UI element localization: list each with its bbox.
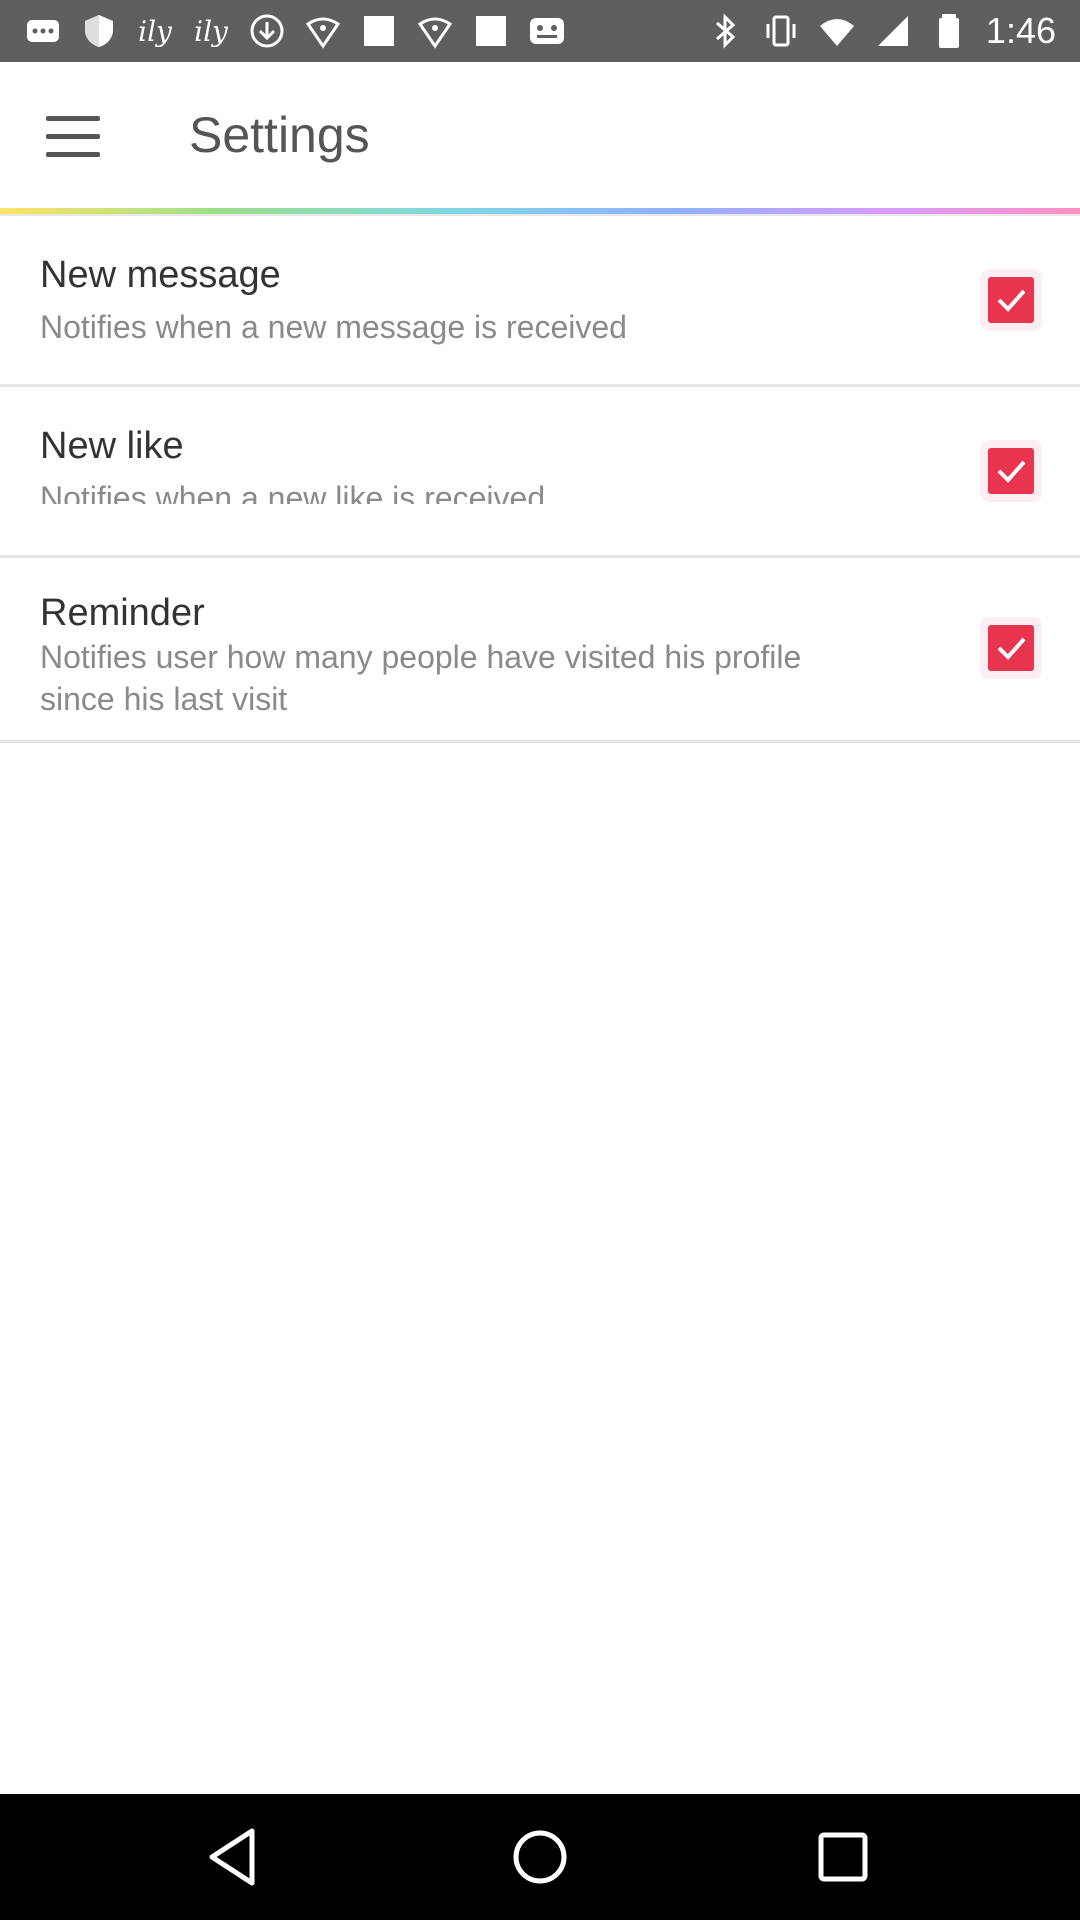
blank-card-icon [472,12,510,50]
checkmark-icon [997,289,1026,312]
ily-text-icon: ily [194,14,228,48]
checkmark-icon [997,637,1026,660]
setting-text-clip: Reminder [0,584,1080,630]
setting-title: Reminder [40,592,205,630]
blank-card-icon [360,12,398,50]
ily-text-icon: ily [138,14,172,48]
setting-new-message[interactable]: New message Notifies when a new message … [0,216,1080,384]
signal-icon [874,12,912,50]
setting-subtitle: Notifies when a new message is received [40,309,627,345]
page-title: Settings [189,107,370,163]
setting-reminder[interactable]: Reminder Notifies user how many people h… [0,558,1080,740]
setting-text-clip: New like Notifies when a new like is rec… [0,387,1080,504]
home-icon[interactable] [500,1817,580,1897]
wifi-icon [818,12,856,50]
setting-subtitle: Notifies when a new like is received [40,480,546,504]
more-icon [24,12,62,50]
setting-subtitle: since his last visit [40,681,288,717]
recents-icon[interactable] [803,1817,883,1897]
lightbulb-icon [304,12,342,50]
app-bar: Settings [0,62,1080,210]
status-left-icons: ily ily [24,10,566,52]
setting-new-like[interactable]: New like Notifies when a new like is rec… [0,387,1080,555]
bluetooth-icon [706,12,744,50]
reminder-checkbox[interactable] [988,625,1034,671]
navigation-bar [0,1794,1080,1920]
back-icon[interactable] [196,1817,276,1897]
menu-icon[interactable] [40,112,106,164]
new-message-checkbox[interactable] [988,277,1034,323]
setting-subtitle: Notifies user how many people have visit… [40,639,802,675]
status-right-icons: 1:46 [706,10,1056,52]
checkmark-icon [997,460,1026,483]
download-icon [248,12,286,50]
divider [0,740,1080,743]
new-like-checkbox[interactable] [988,448,1034,494]
shield-icon [80,12,118,50]
status-time: 1:46 [985,10,1056,51]
vibrate-icon [762,12,800,50]
setting-title: New like [40,425,184,467]
setting-title: New message [40,254,281,296]
battery-icon [930,12,968,50]
lightbulb-icon [416,12,454,50]
chat-faces-icon [528,12,566,50]
status-bar: ily ily 1:46 [0,0,1080,62]
